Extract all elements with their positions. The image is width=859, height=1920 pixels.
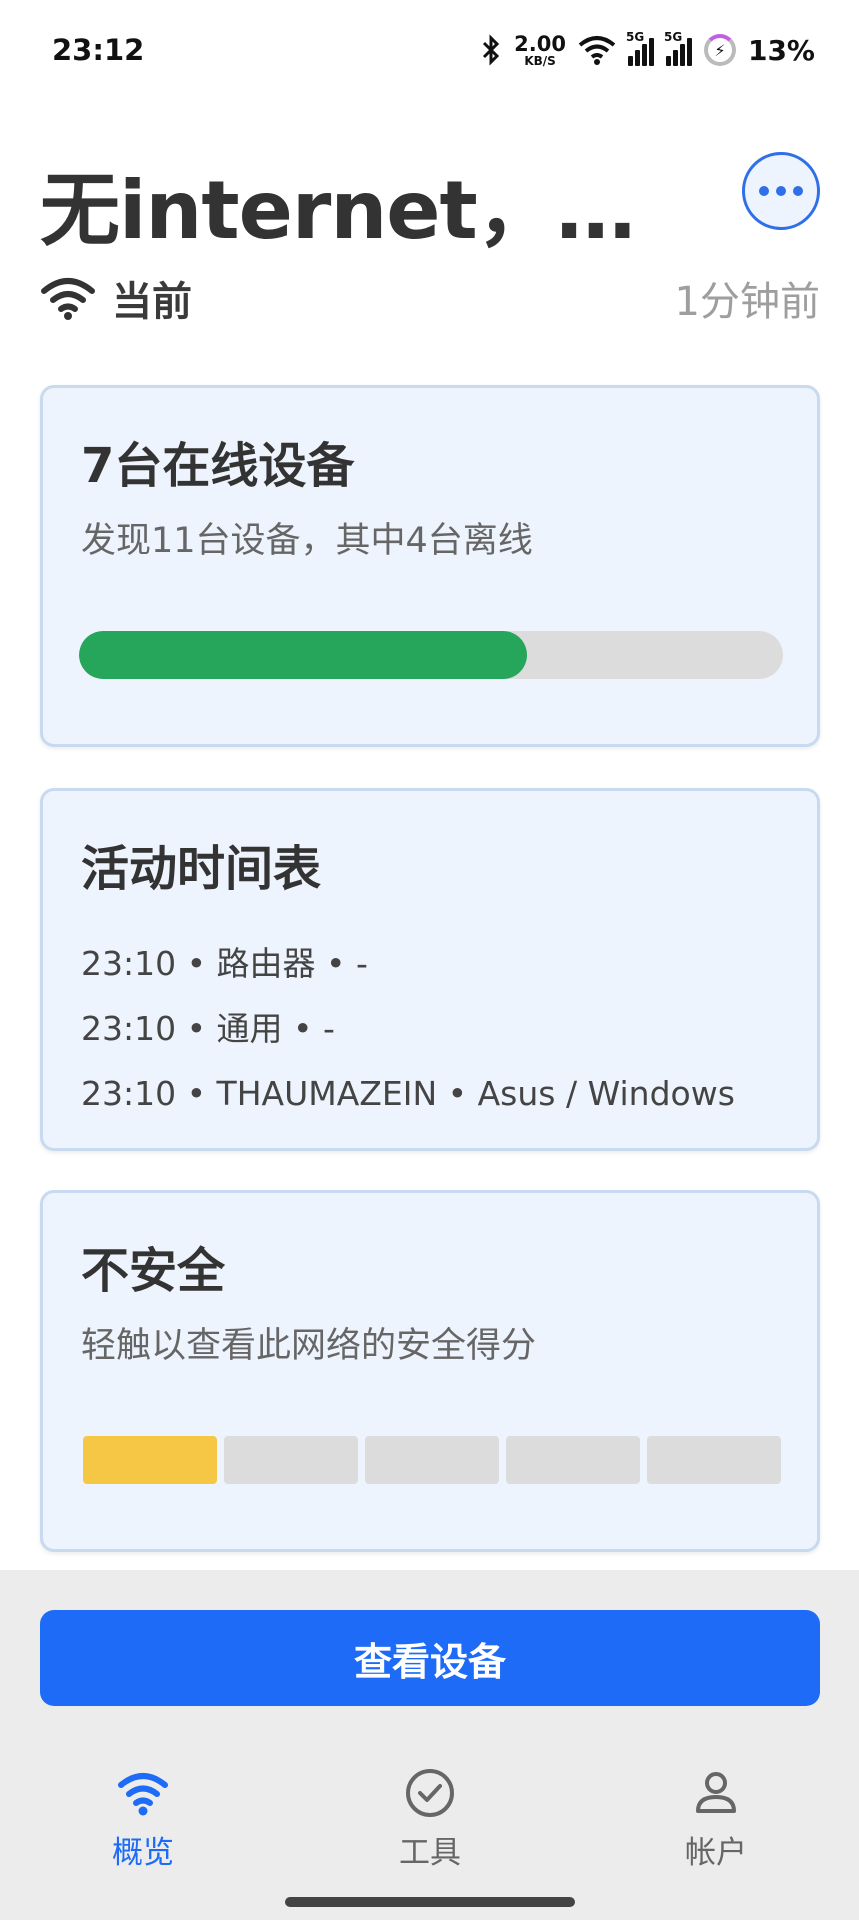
battery-percent: 13% — [747, 33, 815, 67]
wifi-status-icon — [578, 36, 616, 65]
more-dot-icon — [793, 186, 803, 196]
view-devices-button[interactable]: 查看设备 — [40, 1610, 820, 1706]
network-speed: 2.00 KB/S — [514, 31, 566, 68]
signal-icon-2: 5G — [664, 30, 692, 66]
security-card[interactable]: 不安全 轻触以查看此网络的安全得分 — [40, 1190, 820, 1552]
home-indicator[interactable] — [285, 1897, 575, 1907]
check-circle-icon — [406, 1769, 454, 1817]
card-subtitle: 轻触以查看此网络的安全得分 — [81, 1326, 537, 1366]
bottom-area: 查看设备 概览 工具 帐户 — [0, 1570, 859, 1920]
person-icon — [696, 1772, 736, 1813]
card-title: 7台在线设备 — [81, 438, 355, 494]
status-icons: 2.00 KB/S 5G 5G ⚡ 13% — [480, 30, 815, 68]
nav-label: 工具 — [399, 1835, 461, 1871]
activity-list: 23:10 • 路由器 • - 23:10 • 通用 • - 23:10 • T… — [81, 931, 735, 1126]
score-segment — [83, 1436, 217, 1484]
nav-item-tools[interactable]: 工具 — [330, 1765, 530, 1872]
nav-label: 概览 — [112, 1835, 174, 1871]
score-segment — [506, 1436, 640, 1484]
online-devices-card[interactable]: 7台在线设备 发现11台设备，其中4台离线 — [40, 385, 820, 747]
wifi-icon — [41, 278, 95, 320]
online-progress-bar — [79, 631, 783, 679]
more-dot-icon — [776, 186, 786, 196]
nav-item-overview[interactable]: 概览 — [43, 1765, 243, 1872]
security-score-bar — [83, 1436, 781, 1484]
more-dot-icon — [759, 186, 769, 196]
card-title: 不安全 — [81, 1243, 226, 1299]
status-bar: 23:12 2.00 KB/S 5G 5G ⚡ 13% — [0, 0, 859, 100]
score-segment — [365, 1436, 499, 1484]
card-subtitle: 发现11台设备，其中4台离线 — [81, 521, 533, 561]
last-updated: 1分钟前 — [674, 279, 820, 325]
more-options-button[interactable] — [742, 152, 820, 230]
wifi-icon — [118, 1773, 168, 1816]
activity-entry: 23:10 • 通用 • - — [81, 1009, 335, 1048]
nav-label: 帐户 — [685, 1835, 747, 1871]
activity-timeline-card[interactable]: 活动时间表 23:10 • 路由器 • - 23:10 • 通用 • - 23:… — [40, 788, 820, 1151]
battery-icon: ⚡ — [703, 34, 736, 66]
bottom-nav: 概览 工具 帐户 — [0, 1765, 859, 1875]
page-title: 无internet，不安全 — [40, 164, 700, 257]
online-progress-fill — [79, 631, 527, 679]
activity-entry: 23:10 • 路由器 • - — [81, 944, 368, 983]
card-title: 活动时间表 — [81, 841, 322, 897]
network-row: 当前 1分钟前 — [40, 268, 820, 328]
score-segment — [647, 1436, 781, 1484]
network-label: 当前 — [112, 279, 192, 325]
score-segment — [224, 1436, 358, 1484]
activity-entry: 23:10 • THAUMAZEIN • Asus / Windows — [81, 1074, 735, 1113]
bluetooth-icon — [483, 34, 500, 66]
status-time: 23:12 — [52, 33, 145, 67]
nav-item-account[interactable]: 帐户 — [616, 1765, 816, 1872]
signal-icon-1: 5G — [626, 30, 654, 66]
page-header: 无internet，不安全 — [40, 140, 820, 260]
